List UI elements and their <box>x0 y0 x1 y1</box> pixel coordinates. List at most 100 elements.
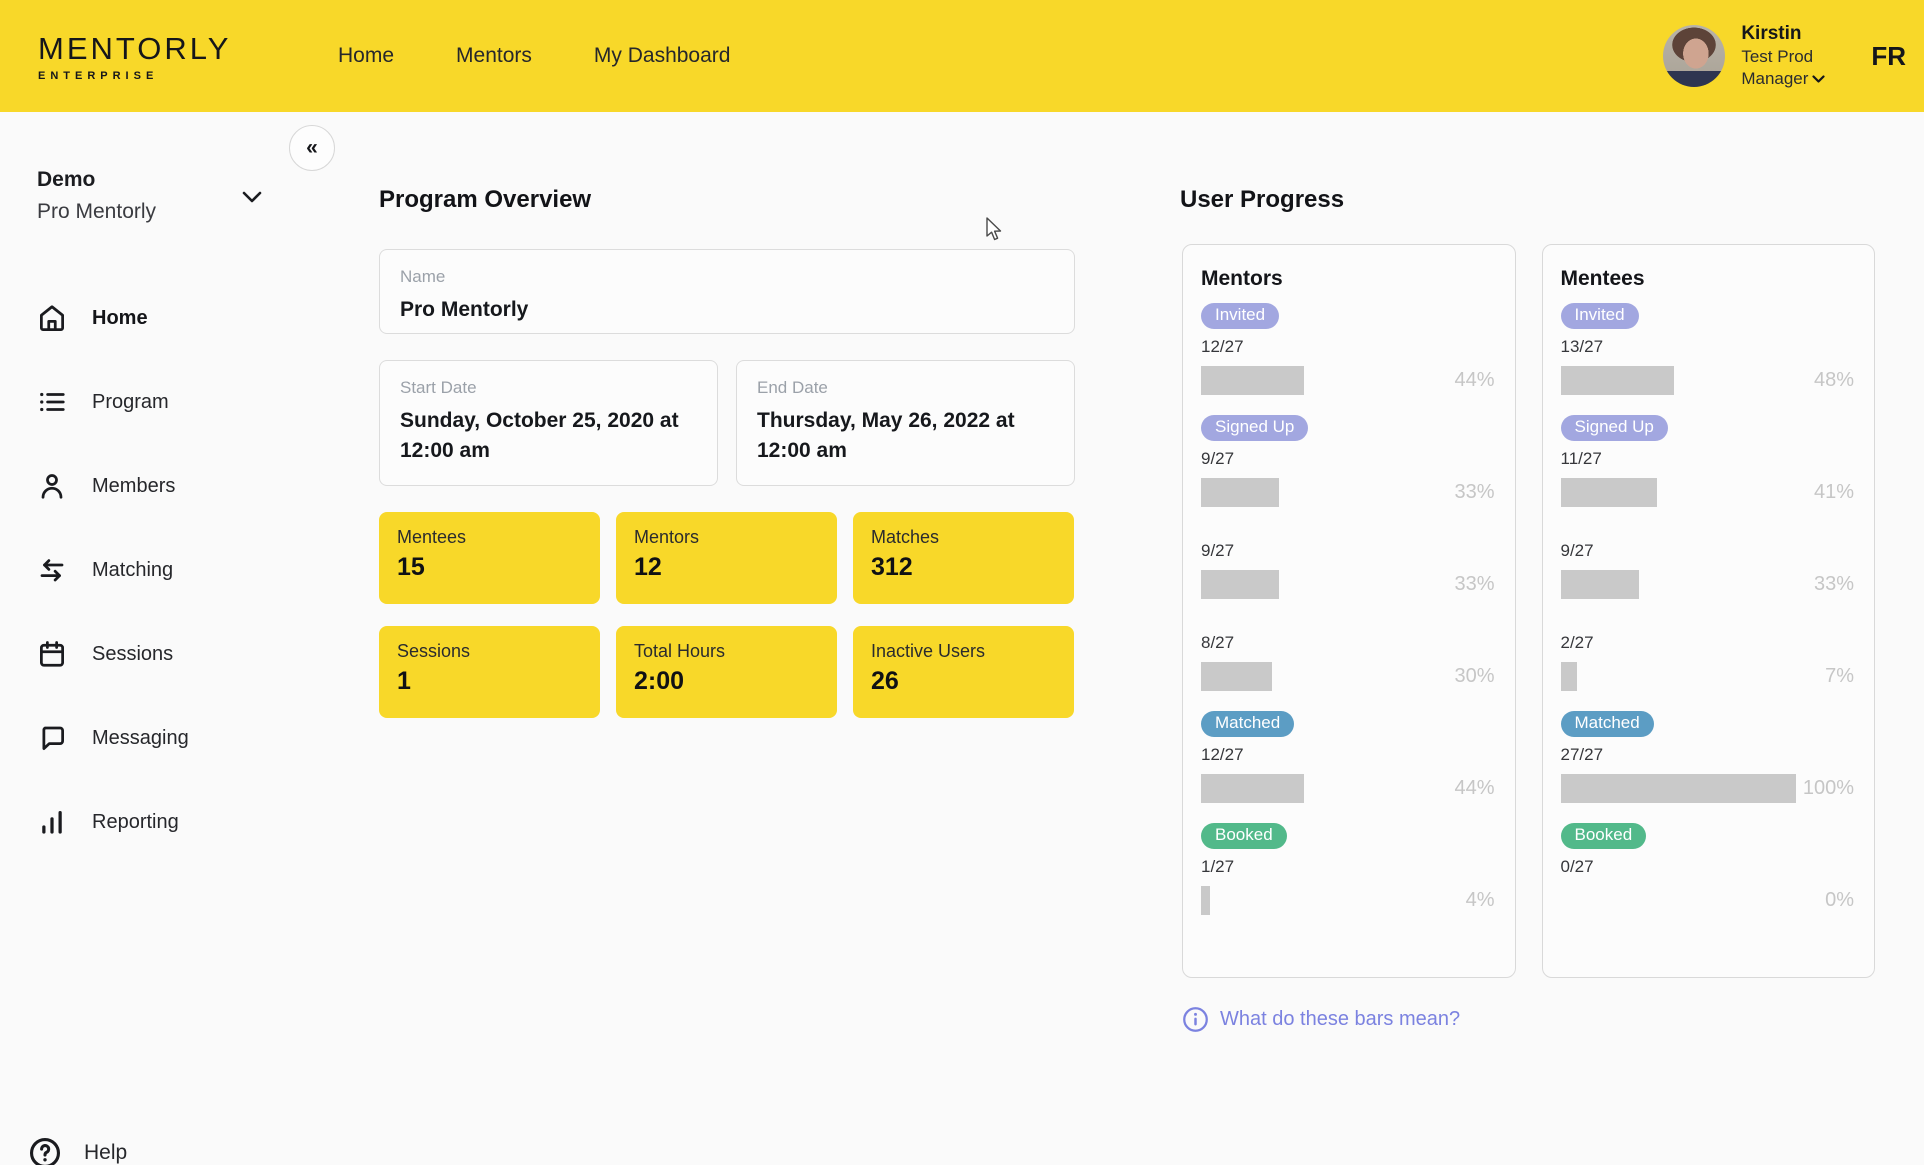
stat-label: Matches <box>871 527 1056 548</box>
sidebar-item-matching[interactable]: Matching <box>37 555 277 585</box>
progress-bar-percent: 33% <box>1454 570 1494 599</box>
progress-stage: 9/27 33% <box>1561 541 1855 599</box>
sidebar-item-messaging[interactable]: Messaging <box>37 723 277 753</box>
user-name: Kirstin <box>1741 22 1845 46</box>
stat-value: 2:00 <box>634 667 819 696</box>
sidebar-collapse-button[interactable]: « <box>289 125 335 171</box>
progress-bar-percent: 33% <box>1454 478 1494 507</box>
stage-count: 2/27 <box>1561 633 1855 653</box>
start-date-label: Start Date <box>400 378 697 398</box>
progress-bar-fill <box>1201 774 1304 803</box>
sidebar-item-program[interactable]: Program <box>37 387 277 417</box>
program-stats-grid: Mentees 15 Mentors 12 Matches 312 Sessio… <box>379 512 1074 718</box>
stage-badge: Signed Up <box>1201 415 1308 441</box>
program-switcher[interactable]: Demo Pro Mentorly <box>37 168 267 224</box>
logo-title: MENTORLY <box>38 31 300 67</box>
progress-bar-percent: 0% <box>1825 886 1854 915</box>
progress-bar-percent: 30% <box>1454 662 1494 691</box>
progress-bar-row: 44% <box>1201 366 1495 395</box>
stage-badge: Booked <box>1201 823 1287 849</box>
program-switcher-title: Demo <box>37 168 267 192</box>
stage-badge: Invited <box>1561 303 1639 329</box>
stage-badge: Matched <box>1201 711 1294 737</box>
top-bar: MENTORLY ENTERPRISE Home Mentors My Dashbo… <box>0 0 1924 112</box>
progress-bar-percent: 44% <box>1454 774 1494 803</box>
sidebar-item-sessions[interactable]: Sessions <box>37 639 277 669</box>
progress-bar-fill <box>1201 478 1279 507</box>
progress-bar-row: 33% <box>1201 570 1495 599</box>
name-field-value: Pro Mentorly <box>400 295 1054 325</box>
stat-card-mentors[interactable]: Mentors 12 <box>616 512 837 604</box>
stat-label: Mentees <box>397 527 582 548</box>
progress-bar-row: 30% <box>1201 662 1495 691</box>
program-name-field[interactable]: Name Pro Mentorly <box>379 249 1075 334</box>
progress-bar-row: 44% <box>1201 774 1495 803</box>
top-right-area: Kirstin Test Prod Manager FR <box>1663 22 1912 90</box>
user-progress-title: User Progress <box>1180 186 1344 214</box>
stat-card-matches[interactable]: Matches 312 <box>853 512 1074 604</box>
bars-info-link[interactable]: What do these bars mean? <box>1182 1006 1460 1033</box>
stat-card-sessions[interactable]: Sessions 1 <box>379 626 600 718</box>
top-nav-item-my-dashboard[interactable]: My Dashboard <box>594 44 731 68</box>
user-role-line1: Test Prod <box>1741 46 1845 68</box>
stage-count: 9/27 <box>1201 541 1495 561</box>
mouse-cursor <box>985 217 1009 248</box>
calendar-icon <box>37 639 67 669</box>
sidebar-item-reporting[interactable]: Reporting <box>37 807 277 837</box>
progress-bar-row: 33% <box>1561 570 1855 599</box>
progress-card-mentors: Mentors Invited 12/27 44% Signed Up 9/27… <box>1182 244 1516 978</box>
stage-count: 11/27 <box>1561 449 1855 469</box>
chevron-down-icon <box>1812 68 1825 90</box>
progress-bar-fill <box>1561 478 1657 507</box>
sidebar-item-members[interactable]: Members <box>37 471 277 501</box>
user-progress-cards: Mentors Invited 12/27 44% Signed Up 9/27… <box>1182 244 1875 978</box>
stage-count: 1/27 <box>1201 857 1495 877</box>
help-icon <box>28 1136 62 1165</box>
progress-bar-fill <box>1201 886 1210 915</box>
stage-count: 9/27 <box>1201 449 1495 469</box>
stage-count: 13/27 <box>1561 337 1855 357</box>
sidebar-item-home[interactable]: Home <box>37 303 277 333</box>
chevron-down-icon <box>242 190 262 208</box>
stat-label: Mentors <box>634 527 819 548</box>
progress-bar-fill <box>1561 366 1674 395</box>
progress-stage: 9/27 33% <box>1201 541 1495 599</box>
name-field-label: Name <box>400 267 1054 287</box>
stat-label: Total Hours <box>634 641 819 662</box>
progress-stage-signed-up: Signed Up 9/27 33% <box>1201 415 1495 507</box>
mentorly-logo[interactable]: MENTORLY ENTERPRISE <box>38 31 300 82</box>
sidebar-item-help[interactable]: Help <box>28 1136 127 1165</box>
progress-stage: 2/27 7% <box>1561 633 1855 691</box>
user-icon <box>37 471 67 501</box>
progress-bar-fill <box>1201 662 1272 691</box>
start-date-field[interactable]: Start Date Sunday, October 25, 2020 at 1… <box>379 360 718 486</box>
language-toggle-fr[interactable]: FR <box>1871 41 1906 72</box>
progress-bar-row: 33% <box>1201 478 1495 507</box>
start-date-value: Sunday, October 25, 2020 at 12:00 am <box>400 406 697 467</box>
progress-card-title: Mentors <box>1201 267 1495 291</box>
user-role-line2: Manager <box>1741 68 1845 90</box>
stage-badge: Signed Up <box>1561 415 1668 441</box>
end-date-value: Thursday, May 26, 2022 at 12:00 am <box>757 406 1054 467</box>
progress-bar-percent: 41% <box>1814 478 1854 507</box>
stage-count: 8/27 <box>1201 633 1495 653</box>
user-menu[interactable]: Kirstin Test Prod Manager <box>1741 22 1845 90</box>
stat-value: 1 <box>397 667 582 696</box>
progress-bar-fill <box>1201 366 1304 395</box>
home-icon <box>37 303 67 333</box>
progress-stage-matched: Matched 12/27 44% <box>1201 711 1495 803</box>
progress-bar-row: 100% <box>1561 774 1855 803</box>
top-nav-item-home[interactable]: Home <box>338 44 394 68</box>
progress-card-title: Mentees <box>1561 267 1855 291</box>
bars-info-link-text: What do these bars mean? <box>1220 1008 1460 1031</box>
program-switcher-subtitle: Pro Mentorly <box>37 200 267 224</box>
end-date-field[interactable]: End Date Thursday, May 26, 2022 at 12:00… <box>736 360 1075 486</box>
stat-card-total-hours[interactable]: Total Hours 2:00 <box>616 626 837 718</box>
avatar[interactable] <box>1663 25 1725 87</box>
top-nav-item-mentors[interactable]: Mentors <box>456 44 532 68</box>
stat-card-inactive-users[interactable]: Inactive Users 26 <box>853 626 1074 718</box>
stage-count: 12/27 <box>1201 337 1495 357</box>
stage-count: 9/27 <box>1561 541 1855 561</box>
stage-badge: Booked <box>1561 823 1647 849</box>
stat-card-mentees[interactable]: Mentees 15 <box>379 512 600 604</box>
